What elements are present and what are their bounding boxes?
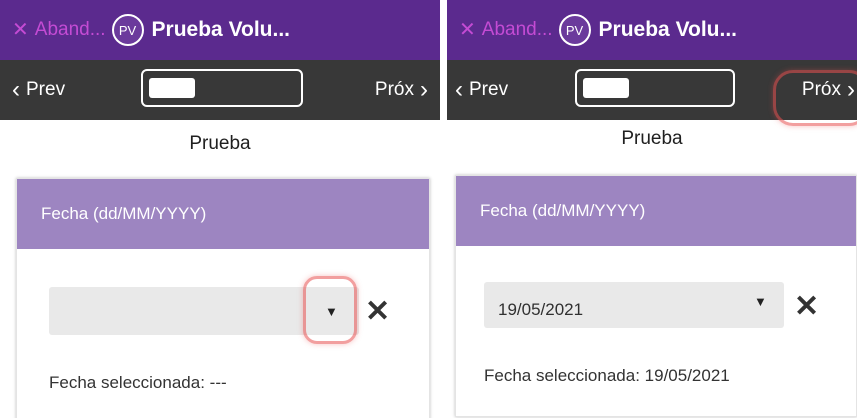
screen-before: ✕ Aband... PV Prueba Volu... ‹ Prev Próx…	[0, 0, 440, 418]
abandon-button[interactable]: ✕ Aband...	[0, 19, 106, 41]
top-bar: ✕ Aband... PV Prueba Volu...	[447, 0, 857, 60]
selected-date-text: Fecha seleccionada: ---	[49, 373, 227, 392]
nav-bar: ‹ Prev Próx ›	[0, 60, 440, 120]
chevron-right-icon: ›	[847, 76, 855, 103]
prev-button[interactable]: ‹ Prev	[12, 60, 65, 120]
page-selector[interactable]	[575, 69, 735, 107]
close-icon: ✕	[12, 19, 29, 41]
clear-icon[interactable]: ✕	[365, 297, 390, 327]
page-indicator	[583, 78, 629, 98]
chevron-right-icon: ›	[420, 76, 428, 103]
prev-label: Prev	[26, 79, 66, 100]
date-select[interactable]: 19/05/2021 ▼	[484, 282, 784, 328]
dropdown-arrow-icon: ▼	[325, 304, 338, 319]
abandon-label: Aband...	[34, 19, 106, 40]
page-indicator	[149, 78, 195, 98]
next-label: Próx	[801, 79, 841, 100]
next-button[interactable]: Próx ›	[802, 60, 855, 120]
avatar: PV	[558, 14, 591, 46]
page-title: Prueba	[189, 133, 251, 154]
question-label: Fecha (dd/MM/YYYY)	[17, 179, 429, 249]
page-title: Prueba	[621, 128, 683, 149]
selected-date-text: Fecha seleccionada: 19/05/2021	[484, 366, 730, 385]
prev-button[interactable]: ‹ Prev	[455, 60, 508, 120]
page-selector[interactable]	[141, 69, 303, 107]
avatar: PV	[111, 14, 144, 46]
chevron-left-icon: ‹	[455, 76, 463, 103]
abandon-label: Aband...	[481, 19, 553, 40]
top-bar: ✕ Aband... PV Prueba Volu...	[0, 0, 440, 60]
close-icon: ✕	[459, 19, 476, 41]
date-select[interactable]: ▼	[49, 287, 359, 335]
screen-after: ✕ Aband... PV Prueba Volu... ‹ Prev Próx…	[447, 0, 857, 418]
prev-label: Prev	[469, 79, 509, 100]
nav-bar: ‹ Prev Próx ›	[447, 60, 857, 120]
next-button[interactable]: Próx ›	[375, 60, 428, 120]
screen-divider	[440, 0, 447, 418]
question-card: Fecha (dd/MM/YYYY) 19/05/2021 ▼ ✕ Fecha …	[455, 175, 857, 417]
dropdown-arrow-icon: ▼	[754, 294, 767, 309]
chevron-left-icon: ‹	[12, 76, 20, 103]
clear-icon[interactable]: ✕	[794, 292, 819, 322]
date-value: 19/05/2021	[498, 300, 584, 319]
abandon-button[interactable]: ✕ Aband...	[447, 19, 553, 41]
question-label: Fecha (dd/MM/YYYY)	[456, 176, 856, 246]
question-card: Fecha (dd/MM/YYYY) ▼ ✕ Fecha seleccionad…	[16, 178, 430, 418]
survey-title: Prueba Volu...	[598, 18, 738, 41]
survey-title: Prueba Volu...	[151, 18, 291, 41]
next-label: Próx	[374, 79, 414, 100]
